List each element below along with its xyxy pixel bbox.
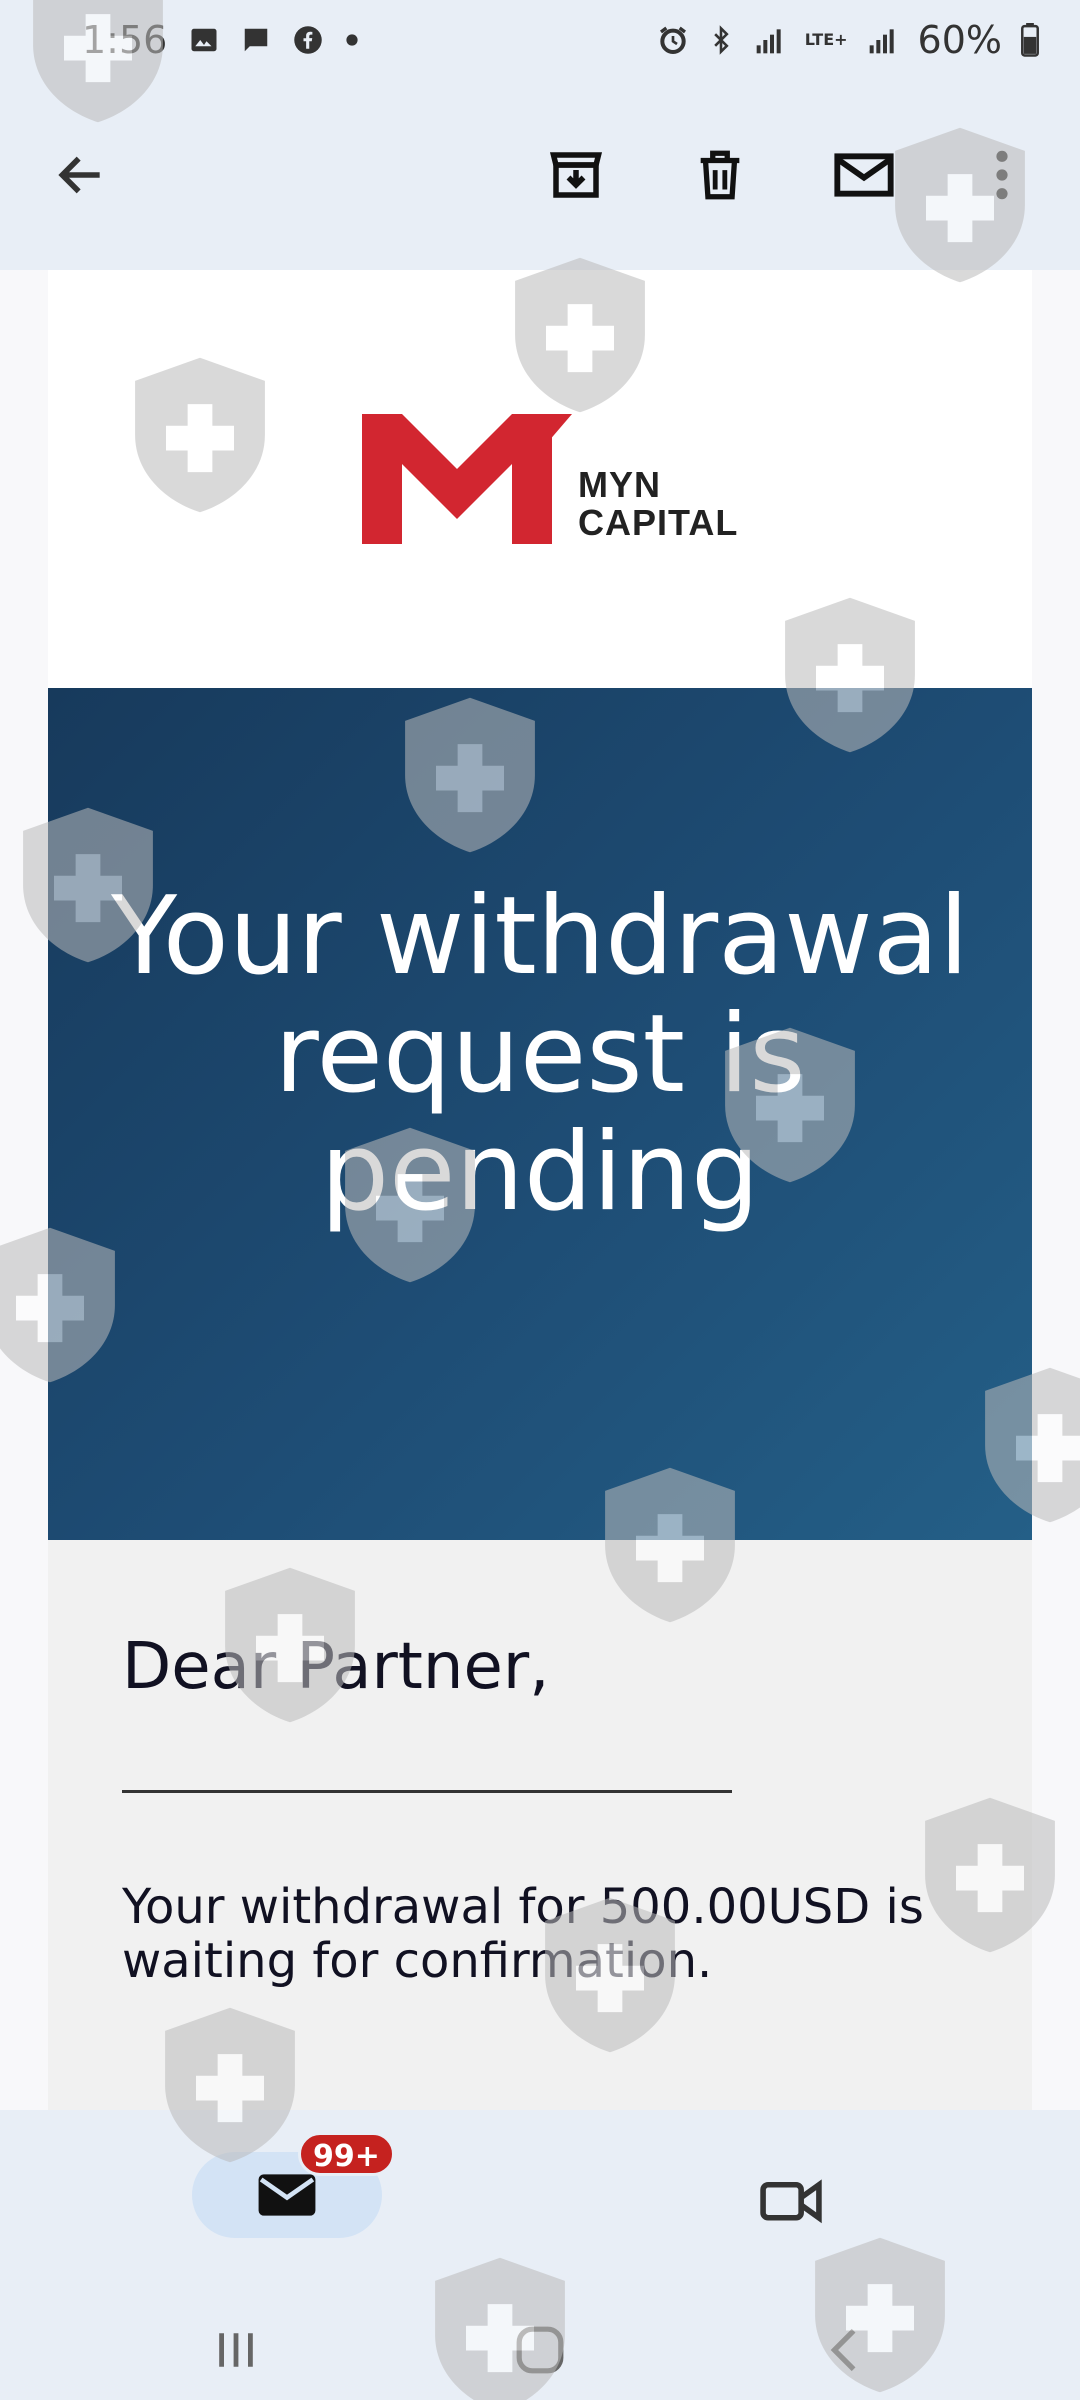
more-vert-icon (996, 150, 1008, 200)
mark-unread-icon (834, 153, 894, 197)
archive-icon (549, 152, 603, 198)
home-button[interactable] (500, 2320, 580, 2380)
status-left: 1:56 (82, 18, 359, 62)
recent-apps-button[interactable] (196, 2320, 276, 2380)
greeting: Dear Partner, (122, 1630, 550, 1704)
status-right: LTE+ 60% (657, 18, 1040, 62)
email-body: MYN CAPITAL Your withdrawal request is p… (48, 270, 1032, 2110)
email-content[interactable]: MYN CAPITAL Your withdrawal request is p… (0, 270, 1080, 2110)
image-icon (189, 25, 219, 55)
system-back-button[interactable] (804, 2320, 884, 2380)
logo-line1: MYN (578, 464, 661, 505)
signal-icon (753, 24, 787, 56)
email-toolbar (0, 80, 1080, 270)
recent-apps-icon (219, 2333, 253, 2367)
facebook-icon (293, 25, 323, 55)
logo-line2: CAPITAL (578, 502, 739, 543)
mail-icon (258, 2174, 316, 2216)
back-icon (830, 2328, 856, 2372)
meet-tab[interactable] (746, 2160, 836, 2240)
unread-count-badge: 99+ (298, 2132, 395, 2176)
signal-icon (866, 24, 900, 56)
home-icon (516, 2326, 564, 2374)
more-options-button[interactable] (957, 130, 1047, 220)
logo-area: MYN CAPITAL (48, 270, 1032, 688)
logo-text: MYN CAPITAL (578, 466, 738, 542)
system-navigation (0, 2290, 1080, 2400)
message-text: Your withdrawal for 500.00USD is waiting… (122, 1879, 924, 1989)
battery-icon (1020, 23, 1040, 57)
video-icon (760, 2179, 822, 2224)
bottom-navigation: 99+ (0, 2110, 1080, 2400)
battery-level: 60% (917, 18, 1002, 62)
hero-title: Your withdrawal request is pending (111, 874, 969, 1235)
network-type: LTE+ (804, 30, 848, 49)
alarm-icon (657, 24, 689, 56)
status-time: 1:56 (82, 18, 168, 62)
message-block: Dear Partner, Your withdrawal for 500.00… (48, 1540, 1032, 2110)
back-arrow-icon (58, 156, 100, 194)
back-button[interactable] (36, 130, 126, 220)
archive-button[interactable] (531, 130, 621, 220)
message-icon (241, 25, 271, 55)
dot-icon (345, 33, 359, 47)
status-bar: 1:56 LTE+ 60% (0, 0, 1080, 80)
divider (122, 1790, 732, 1793)
delete-button[interactable] (675, 130, 765, 220)
delete-icon (700, 150, 740, 200)
bluetooth-icon (707, 24, 735, 56)
hero-banner: Your withdrawal request is pending (48, 688, 1032, 1540)
mark-unread-button[interactable] (819, 130, 909, 220)
